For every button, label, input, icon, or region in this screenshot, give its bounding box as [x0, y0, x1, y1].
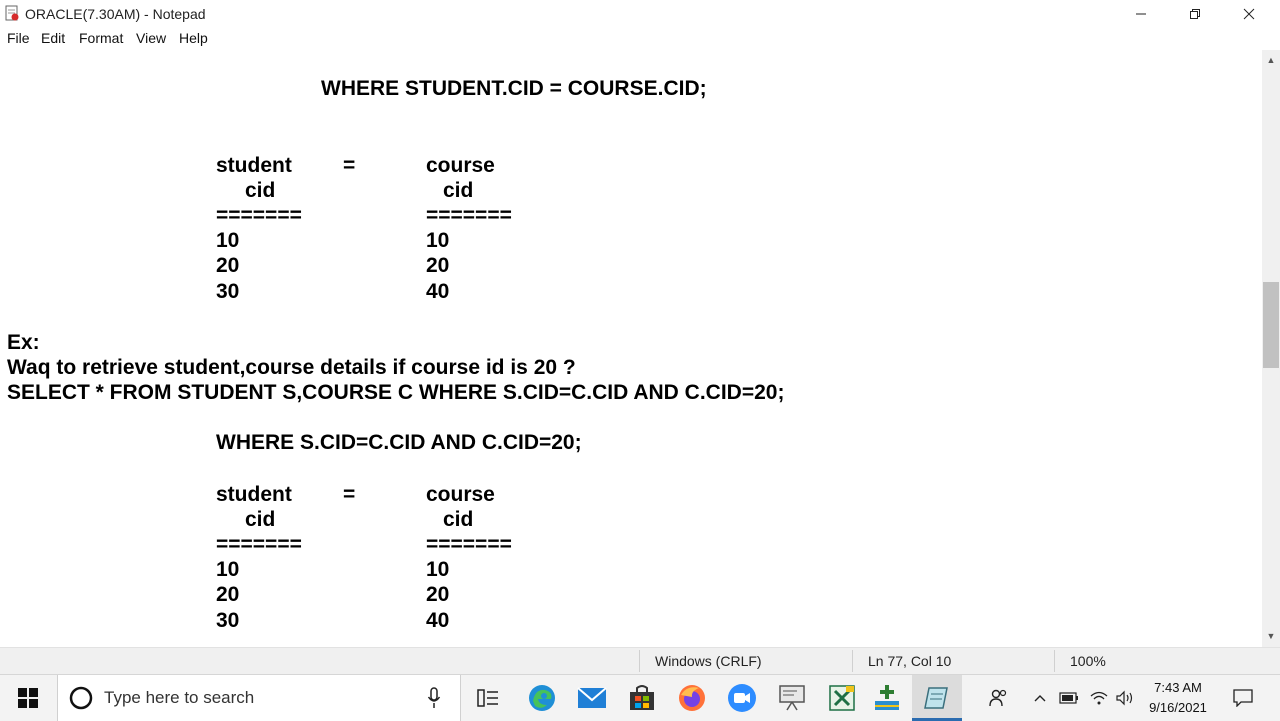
menu-view[interactable]: View [136, 30, 166, 46]
zoom-icon [728, 684, 756, 712]
search-placeholder: Type here to search [104, 688, 255, 707]
presentation-icon [779, 685, 805, 711]
table2-row3-right: 40 [426, 609, 450, 632]
microphone-icon[interactable] [427, 687, 441, 709]
chevron-up-icon [1034, 695, 1046, 702]
table1-right-header: course [426, 154, 495, 177]
menu-format[interactable]: Format [79, 30, 123, 46]
wifi-icon [1090, 691, 1108, 705]
notifications-button[interactable] [1228, 675, 1258, 721]
table1-row2-left: 20 [216, 254, 240, 277]
tray-chevron-button[interactable] [1030, 675, 1050, 721]
status-cursor-position: Ln 77, Col 10 [868, 653, 952, 669]
battery-icon [1059, 692, 1078, 704]
taskbar-presentation[interactable] [768, 675, 816, 721]
menu-help[interactable]: Help [179, 30, 208, 46]
table2-row2-left: 20 [216, 583, 240, 606]
table2-row1-right: 10 [426, 558, 450, 581]
menu-file[interactable]: File [7, 30, 30, 46]
table2-row1-left: 10 [216, 558, 240, 581]
scroll-up-icon[interactable]: ▲ [1262, 52, 1280, 69]
taskbar-edge[interactable] [518, 675, 566, 721]
table2-right-rule: ======= [426, 533, 512, 556]
mail-icon [577, 687, 607, 708]
table1-row1-right: 10 [426, 229, 450, 252]
scroll-down-icon[interactable]: ▼ [1262, 628, 1280, 645]
menu-bar: File Edit Format View Help [0, 28, 1280, 50]
window-title: ORACLE(7.30AM) - Notepad [25, 6, 206, 22]
table1-right-sub: cid [443, 179, 474, 202]
table2-row3-left: 30 [216, 609, 240, 632]
vertical-scrollbar[interactable]: ▲ ▼ [1262, 50, 1280, 647]
task-view-icon [477, 689, 498, 707]
task-view-button[interactable] [466, 675, 510, 721]
table2-left-rule: ======= [216, 533, 302, 556]
table1-left-header: student [216, 154, 292, 177]
table1-row3-right: 40 [426, 280, 450, 303]
title-bar: ORACLE(7.30AM) - Notepad [0, 0, 1280, 28]
taskbar-app-plus[interactable] [862, 675, 912, 721]
table2-right-sub: cid [443, 508, 474, 531]
taskbar-zoom[interactable] [718, 675, 766, 721]
notepad-app-icon [5, 5, 19, 21]
taskbar-store[interactable] [618, 675, 666, 721]
notepad-icon [924, 687, 948, 709]
search-icon [69, 686, 93, 710]
minimize-icon [1136, 13, 1146, 15]
clock-date: 9/16/2021 [1149, 700, 1207, 715]
taskbar-firefox[interactable] [668, 675, 716, 721]
table2-row2-right: 20 [426, 583, 450, 606]
table1-equals: = [343, 154, 356, 177]
taskbar-excel-app[interactable] [818, 675, 866, 721]
taskbar-search-box[interactable]: Type here to search [57, 675, 461, 721]
taskbar: Type here to search 7:43 AM 9/16/2021 [0, 674, 1280, 721]
scrollbar-thumb[interactable] [1263, 282, 1279, 368]
battery-button[interactable] [1058, 675, 1080, 721]
notification-icon [1233, 689, 1253, 707]
table2-right-header: course [426, 483, 495, 506]
status-divider [639, 650, 640, 672]
minimize-button[interactable] [1114, 0, 1168, 28]
store-icon [630, 685, 654, 710]
question-line: Waq to retrieve student,course details i… [7, 356, 576, 379]
table1-row2-right: 20 [426, 254, 450, 277]
table1-left-sub: cid [245, 179, 276, 202]
table2-left-sub: cid [245, 508, 276, 531]
table2-left-header: student [216, 483, 292, 506]
start-button[interactable] [0, 675, 56, 721]
taskbar-mail[interactable] [568, 675, 616, 721]
close-icon [1243, 8, 1255, 20]
menu-edit[interactable]: Edit [41, 30, 65, 46]
app-plus-icon [875, 685, 899, 710]
taskbar-notepad-active[interactable] [912, 675, 962, 721]
status-encoding: Windows (CRLF) [655, 653, 762, 669]
firefox-icon [679, 685, 705, 711]
network-button[interactable] [1088, 675, 1110, 721]
clock[interactable]: 7:43 AM 9/16/2021 [1128, 678, 1228, 718]
restore-icon [1190, 9, 1200, 19]
status-bar: Windows (CRLF) Ln 77, Col 10 100% [0, 647, 1280, 675]
table1-left-rule: ======= [216, 204, 302, 227]
text-editor[interactable]: WHERE STUDENT.CID = COURSE.CID; student … [0, 50, 1262, 647]
where-clause-line-2: WHERE S.CID=C.CID AND C.CID=20; [216, 431, 582, 454]
windows-logo-icon [18, 688, 38, 708]
restore-button[interactable] [1168, 0, 1222, 28]
status-zoom: 100% [1070, 653, 1106, 669]
table1-row1-left: 10 [216, 229, 240, 252]
select-query-line: SELECT * FROM STUDENT S,COURSE C WHERE S… [7, 381, 785, 404]
table1-right-rule: ======= [426, 204, 512, 227]
status-divider [852, 650, 853, 672]
people-icon [989, 689, 1007, 707]
where-clause-line: WHERE STUDENT.CID = COURSE.CID; [321, 77, 707, 100]
example-label: Ex: [7, 331, 40, 354]
status-divider [1054, 650, 1055, 672]
close-button[interactable] [1222, 0, 1276, 28]
clock-time: 7:43 AM [1154, 680, 1202, 695]
table2-equals: = [343, 483, 356, 506]
excel-icon [829, 685, 855, 711]
people-button[interactable] [984, 675, 1014, 721]
table1-row3-left: 30 [216, 280, 240, 303]
edge-icon [529, 685, 555, 711]
